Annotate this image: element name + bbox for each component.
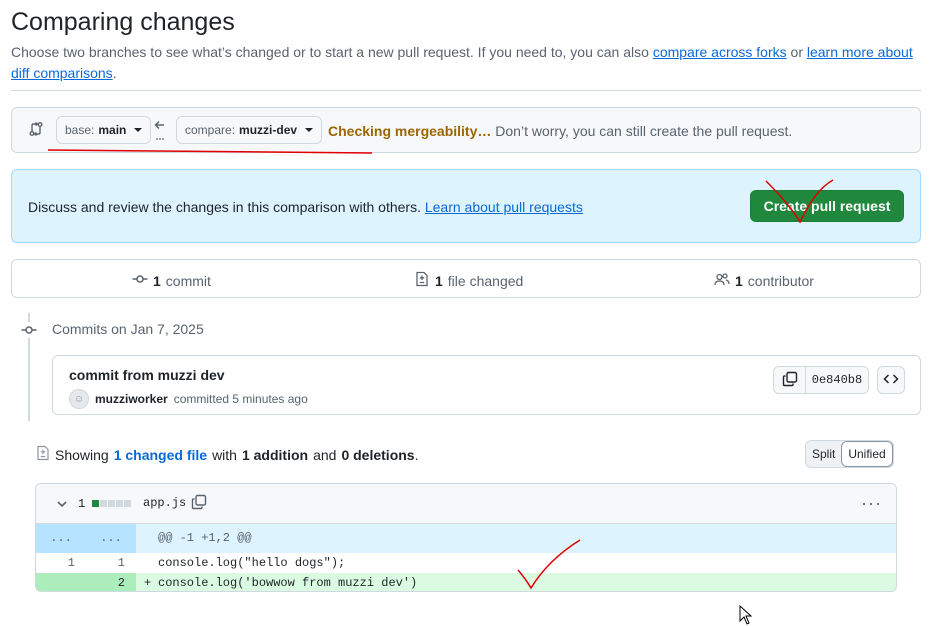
range-editor: base: main compare: muzzi-dev Checking m… [11, 107, 921, 153]
file-name-link[interactable]: app.js [143, 496, 186, 510]
diffstat-blocks [92, 500, 131, 507]
page-description: Choose two branches to see what’s change… [11, 44, 913, 81]
file-diff: 1 app.js ··· ... ... @@ -1 +1,2 @@ 1 1 c… [35, 483, 897, 592]
diff-stat-count: 1 [78, 497, 86, 511]
commits-date-heading: Commits on Jan 7, 2025 [52, 321, 204, 337]
commits-tab[interactable]: 1 commit [132, 271, 211, 290]
learn-about-pull-requests-link[interactable]: Learn about pull requests [425, 199, 583, 215]
mergeability-status: Checking mergeability… Don’t worry, you … [328, 123, 793, 139]
compare-stats-bar: 1 commit 1 file changed 1 contributor [11, 259, 921, 298]
git-compare-icon [28, 121, 44, 140]
contributors-tab[interactable]: 1 contributor [714, 271, 814, 290]
browse-repo-at-commit-button[interactable] [877, 366, 905, 394]
commit-icon [21, 322, 37, 341]
mouse-cursor-icon [739, 605, 753, 625]
split-view-button[interactable]: Split [806, 441, 841, 467]
copy-icon [782, 371, 798, 390]
changed-files-link[interactable]: 1 changed file [114, 447, 207, 463]
commit-message-link[interactable]: commit from muzzi dev [69, 367, 225, 383]
commit-sha-link[interactable]: 0e840b8 [806, 366, 869, 394]
copy-icon[interactable] [191, 494, 207, 513]
unified-view-button[interactable]: Unified [841, 441, 893, 467]
divider [11, 90, 921, 91]
people-icon [714, 271, 730, 290]
create-pull-request-button[interactable]: Create pull request [750, 190, 904, 222]
file-header: 1 app.js ··· [36, 484, 896, 524]
commit-list-item: commit from muzzi dev ☺ muzziworker comm… [52, 355, 921, 415]
compare-branch-select[interactable]: compare: muzzi-dev [176, 116, 323, 144]
commit-icon [132, 271, 148, 290]
files-changed-tab[interactable]: 1 file changed [414, 271, 523, 290]
caret-down-icon [305, 128, 314, 132]
diff-view-toggle: Split Unified [805, 440, 894, 468]
compare-promo-banner: Discuss and review the changes in this c… [11, 169, 921, 243]
compare-across-forks-link[interactable]: compare across forks [653, 44, 787, 60]
diff-line: 1 1 console.log("hello dogs"); [36, 553, 896, 574]
hunk-header-row[interactable]: ... ... @@ -1 +1,2 @@ [36, 524, 896, 553]
base-branch-select[interactable]: base: main [56, 116, 152, 144]
chevron-down-icon[interactable] [56, 497, 68, 513]
file-diff-icon [36, 445, 50, 464]
arrow-left-icon [153, 118, 167, 145]
diff-line-addition: 2 + console.log('bowwow from muzzi dev') [36, 573, 896, 591]
file-diff-icon [414, 271, 430, 290]
kebab-menu-icon[interactable]: ··· [861, 493, 882, 514]
code-icon [883, 371, 899, 390]
avatar[interactable]: ☺ [69, 389, 89, 409]
commit-author-link[interactable]: muzziworker [95, 392, 168, 406]
caret-down-icon [134, 128, 143, 132]
files-summary: Showing 1 changed file with 1 addition a… [36, 445, 418, 464]
copy-sha-button[interactable] [773, 366, 806, 394]
page-title: Comparing changes [11, 8, 235, 36]
